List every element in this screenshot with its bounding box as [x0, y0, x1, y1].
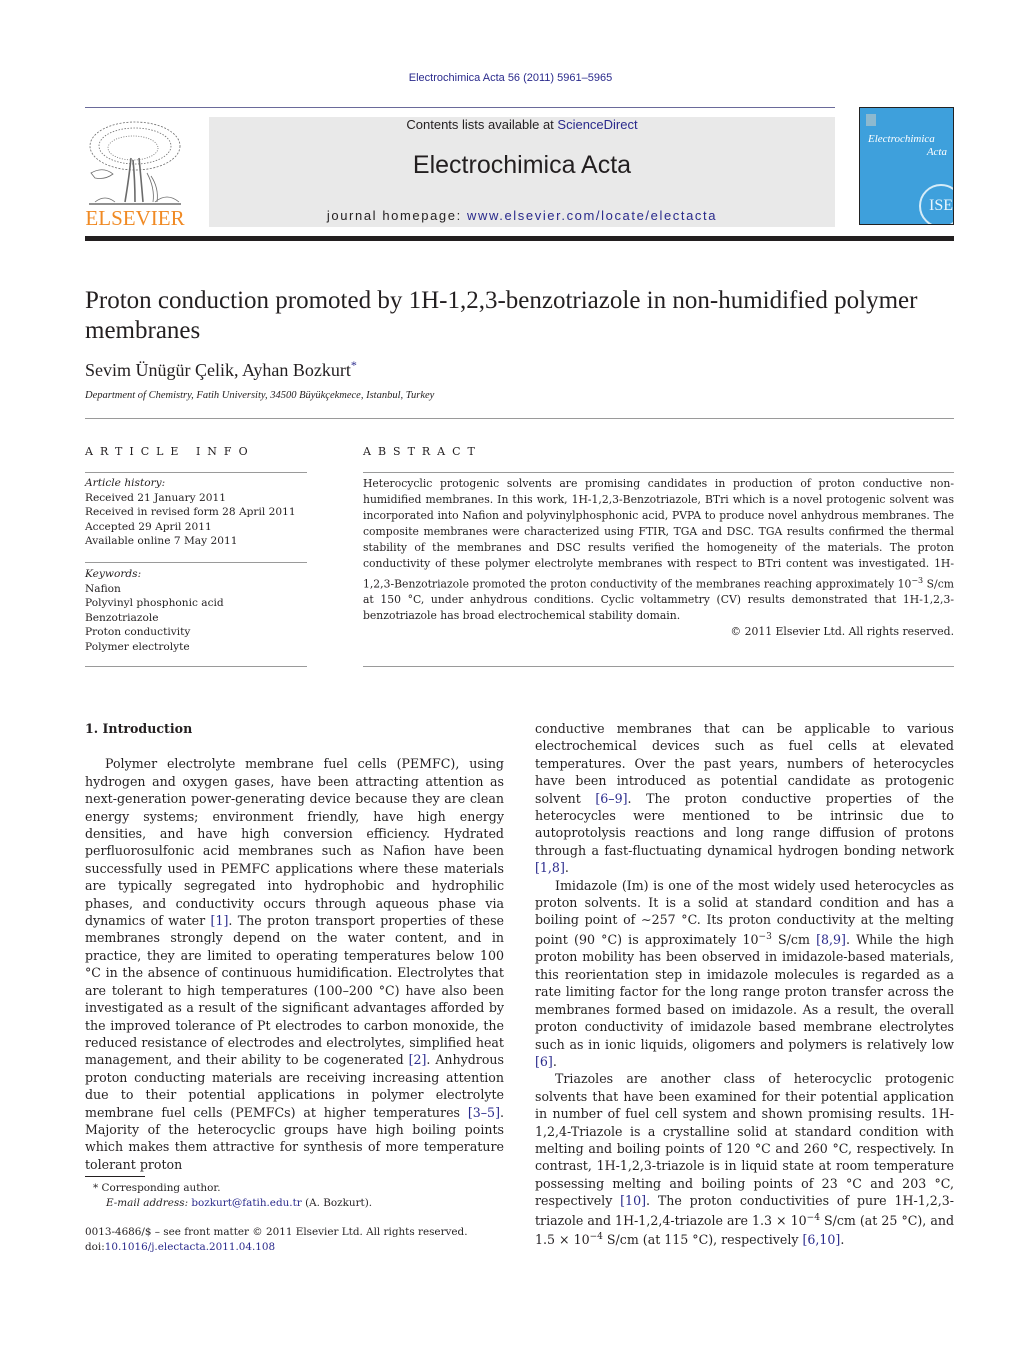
article-title: Proton conduction promoted by 1H-1,2,3-b… — [85, 287, 918, 344]
paragraph: Triazoles are another class of heterocyc… — [535, 1070, 954, 1248]
journal-cover-image[interactable]: Electrochimica Acta ISE — [859, 107, 954, 225]
contents-prefix: Contents lists available at — [406, 117, 558, 132]
paragraph: conductive membranes that can be applica… — [535, 720, 954, 877]
body-right-column: conductive membranes that can be applica… — [535, 720, 954, 1249]
footnote-marker: * — [93, 1182, 99, 1194]
journal-homepage: journal homepage: www.elsevier.com/locat… — [209, 208, 835, 223]
text-run: . — [564, 860, 569, 876]
text-run: . — [840, 1232, 845, 1248]
homepage-link[interactable]: www.elsevier.com/locate/electacta — [467, 208, 717, 223]
citation-link[interactable]: [10] — [620, 1193, 646, 1208]
issn-line: 0013-4686/$ – see front matter © 2011 El… — [85, 1226, 468, 1238]
history-item: Available online 7 May 2011 — [85, 535, 238, 547]
elsevier-logo[interactable]: ELSEVIER — [85, 118, 185, 230]
keyword-item: Polyvinyl phosphonic acid — [85, 597, 224, 609]
keyword-item: Proton conductivity — [85, 626, 191, 638]
running-head[interactable]: Electrochimica Acta 56 (2011) 5961–5965 — [0, 72, 1021, 84]
citation-link[interactable]: [6,10] — [802, 1232, 840, 1247]
footnote-corresponding: * Corresponding author. E-mail address: … — [93, 1181, 372, 1211]
elsevier-wordmark: ELSEVIER — [85, 206, 185, 230]
citation-link[interactable]: [1,8] — [535, 860, 565, 875]
text-run: S/cm (at 115 °C), respectively — [602, 1232, 803, 1248]
text-run: S/cm — [771, 932, 817, 948]
article-history: Article history: Received 21 January 201… — [85, 476, 307, 549]
body-left-column: 1. Introduction Polymer electrolyte memb… — [85, 720, 504, 1173]
author-names: Sevim Ünügür Çelik, Ayhan Bozkurt — [85, 360, 351, 380]
front-matter: 0013-4686/$ – see front matter © 2011 El… — [85, 1225, 468, 1255]
keyword-item: Nafion — [85, 582, 121, 595]
superscript: −3 — [758, 931, 772, 942]
text-run: Triazoles are another class of heterocyc… — [535, 1071, 954, 1209]
affiliation: Department of Chemistry, Fatih Universit… — [85, 390, 435, 401]
citation-link[interactable]: [6] — [535, 1054, 553, 1069]
abstract-body: Heterocyclic protogenic solvents are pro… — [363, 476, 954, 641]
abstract-exponent: −3 — [911, 575, 924, 585]
email-suffix: (A. Bozkurt). — [301, 1197, 373, 1209]
abstract-bottom-rule — [363, 666, 954, 667]
title-rule — [85, 418, 954, 419]
doi-link[interactable]: 10.1016/j.electacta.2011.04.108 — [105, 1241, 275, 1253]
email-label: E-mail address: — [106, 1197, 192, 1209]
text-run: . The proton transport properties of the… — [85, 913, 504, 1068]
cover-title: Electrochimica — [868, 133, 935, 145]
abstract-rule — [363, 472, 954, 473]
footnote-rule — [85, 1176, 145, 1177]
text-run: . While the high proton mobility has bee… — [535, 932, 954, 1052]
cover-publisher-icon — [866, 114, 876, 126]
paragraph: Polymer electrolyte membrane fuel cells … — [85, 755, 504, 1173]
journal-banner: Contents lists available at ScienceDirec… — [209, 117, 835, 227]
elsevier-tree-icon — [89, 121, 181, 205]
ise-seal-icon: ISE — [919, 184, 953, 224]
cover-subtitle: Acta — [926, 146, 947, 158]
history-item: Accepted 29 April 2011 — [85, 520, 212, 533]
contents-line: Contents lists available at ScienceDirec… — [209, 117, 835, 132]
superscript: −4 — [806, 1212, 820, 1223]
history-label: Article history: — [85, 477, 166, 489]
footnote-corresponding-text: Corresponding author. — [101, 1182, 221, 1194]
article-info-bottom-rule — [85, 666, 307, 667]
citation-link[interactable]: [6–9] — [595, 791, 627, 806]
text-run: . — [552, 1053, 557, 1069]
email-link[interactable]: bozkurt@fatih.edu.tr — [191, 1197, 301, 1209]
corresponding-author-marker[interactable]: * — [351, 358, 357, 372]
homepage-prefix: journal homepage: — [326, 208, 468, 223]
citation-link[interactable]: [3–5] — [468, 1105, 500, 1120]
section-heading-introduction: 1. Introduction — [85, 721, 193, 736]
keywords-label: Keywords: — [85, 568, 142, 580]
keyword-item: Polymer electrolyte — [85, 640, 190, 653]
citation-link[interactable]: [1] — [211, 913, 229, 928]
superscript: −4 — [589, 1232, 603, 1243]
abstract-copyright: © 2011 Elsevier Ltd. All rights reserved… — [730, 625, 954, 639]
article-info-rule — [85, 472, 307, 473]
keywords-rule — [85, 562, 307, 563]
header-thick-rule — [85, 236, 954, 241]
abstract-text: Heterocyclic protogenic solvents are pro… — [363, 477, 954, 591]
keywords: Keywords: Nafion Polyvinyl phosphonic ac… — [85, 567, 307, 654]
history-item: Received in revised form 28 April 2011 — [85, 506, 296, 518]
doi-prefix: doi: — [85, 1241, 105, 1253]
text-run: Polymer electrolyte membrane fuel cells … — [85, 756, 504, 929]
citation-link[interactable]: [8,9] — [816, 932, 846, 947]
sciencedirect-link[interactable]: ScienceDirect — [557, 117, 637, 132]
article-info-heading: ARTICLE INFO — [85, 445, 255, 458]
citation-link[interactable]: [2] — [409, 1052, 427, 1067]
history-item: Received 21 January 2011 — [85, 491, 226, 504]
paragraph: Imidazole (Im) is one of the most widely… — [535, 877, 954, 1071]
keyword-item: Benzotriazole — [85, 611, 159, 624]
article-authors: Sevim Ünügür Çelik, Ayhan Bozkurt* — [85, 358, 357, 381]
header-rule — [85, 107, 835, 108]
abstract-heading: ABSTRACT — [363, 445, 482, 458]
journal-title: Electrochimica Acta — [412, 151, 632, 179]
